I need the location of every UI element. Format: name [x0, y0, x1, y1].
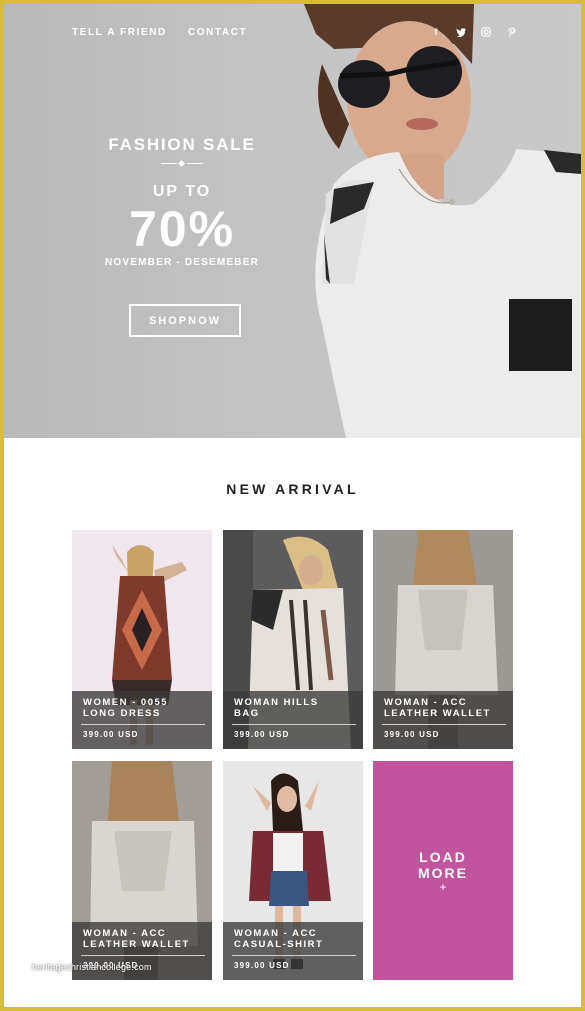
product-info: WOMAN - ACC LEATHER WALLET 399.00 USD	[373, 691, 513, 749]
product-card[interactable]: WOMAN - ACC LEATHER WALLET 399.00 USD	[72, 761, 212, 980]
product-price: 399.00 USD	[83, 730, 139, 739]
instagram-icon[interactable]	[480, 26, 492, 38]
product-price: 399.00 USD	[234, 730, 290, 739]
contact-link[interactable]: CONTACT	[188, 27, 247, 38]
product-card[interactable]: WOMAN - ACC LEATHER WALLET 399.00 USD	[373, 530, 513, 749]
hero-model-photo	[304, 4, 581, 438]
product-name: WOMAN HILLS BAG	[234, 697, 319, 719]
source-watermark: heritagechristiancollege.com	[32, 962, 152, 972]
load-more-label: LOAD MORE	[418, 849, 468, 881]
divider	[382, 724, 506, 725]
shop-now-button[interactable]: SHOPNOW	[129, 304, 241, 337]
twitter-icon[interactable]	[455, 26, 467, 38]
facebook-icon[interactable]: f	[430, 26, 442, 38]
product-card[interactable]: WOMAN - ACC CASUAL-SHIRT 399.00 USD	[223, 761, 363, 980]
promo-divider	[161, 159, 203, 168]
product-info: WOMAN - ACC CASUAL-SHIRT 399.00 USD	[223, 922, 363, 980]
product-name: WOMAN - ACC CASUAL-SHIRT	[234, 928, 324, 950]
plus-icon: +	[439, 880, 447, 894]
promo-dates: NOVEMBER - DESEMEBER	[104, 257, 259, 268]
divider	[232, 955, 356, 956]
divider	[81, 724, 205, 725]
load-more-button[interactable]: LOAD MORE +	[373, 761, 513, 980]
product-price: 399.00 USD	[234, 961, 290, 970]
tell-a-friend-link[interactable]: TELL A FRIEND	[72, 27, 167, 38]
product-card[interactable]: WOMEN - 0055 LONG DRESS 399.00 USD	[72, 530, 212, 749]
product-name: WOMEN - 0055 LONG DRESS	[83, 697, 169, 719]
divider	[81, 955, 205, 956]
top-nav: TELL A FRIEND CONTACT	[72, 27, 247, 38]
section-title: NEW ARRIVAL	[226, 481, 359, 497]
product-info: WOMEN - 0055 LONG DRESS 399.00 USD	[72, 691, 212, 749]
product-info: WOMAN HILLS BAG 399.00 USD	[223, 691, 363, 749]
sale-promo: FASHION SALE UP TO 70% NOVEMBER - DESEME…	[96, 135, 268, 268]
product-name: WOMAN - ACC LEATHER WALLET	[384, 697, 491, 719]
email-template: TELL A FRIEND CONTACT f FASHION SALE UP …	[4, 4, 581, 1007]
promo-up-to: UP TO	[152, 183, 212, 200]
promo-title: FASHION SALE	[108, 135, 256, 154]
pinterest-icon[interactable]	[505, 26, 517, 38]
product-name: WOMAN - ACC LEATHER WALLET	[83, 928, 190, 950]
product-card[interactable]: WOMAN HILLS BAG 399.00 USD	[223, 530, 363, 749]
hero-banner: TELL A FRIEND CONTACT f FASHION SALE UP …	[4, 4, 581, 438]
promo-discount: 70%	[128, 201, 236, 257]
product-price: 399.00 USD	[384, 730, 440, 739]
divider	[232, 724, 356, 725]
social-links: f	[430, 26, 517, 38]
